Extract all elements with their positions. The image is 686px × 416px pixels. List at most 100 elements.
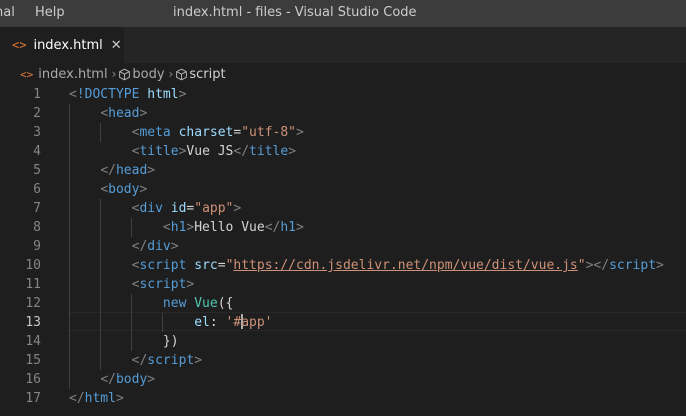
line-number: 10 <box>25 258 41 273</box>
code-token: src <box>194 258 218 273</box>
code-line[interactable]: 13 el: '#app' <box>0 313 686 332</box>
code-token: h1 <box>280 220 296 235</box>
tab-label: index.html <box>33 37 103 53</box>
code-token: > <box>170 239 179 254</box>
code-token: > <box>656 258 664 273</box>
code-token: body <box>115 372 148 387</box>
code-token: script <box>139 277 187 292</box>
code-token: > <box>233 201 242 216</box>
line-number: 12 <box>25 296 41 311</box>
code-token: ></ <box>585 258 610 273</box>
breadcrumb-item-script[interactable]: script <box>189 67 225 82</box>
code-token: </ <box>100 372 116 387</box>
code-token: '# <box>225 315 242 330</box>
code-token: " <box>577 258 586 273</box>
code-line[interactable]: 8 <h1>Hello Vue</h1> <box>0 218 686 237</box>
code-editor[interactable]: 1 <!DOCTYPE html> 2 <head> 3 <meta charset=… <box>0 85 686 416</box>
code-token: > <box>296 125 304 140</box>
code-token: < <box>69 87 77 102</box>
code-text: <script> <box>69 275 195 294</box>
code-token: </ <box>264 220 281 235</box>
code-line[interactable]: 15 </script> <box>0 351 686 370</box>
code-token: "app" <box>194 201 234 216</box>
breadcrumb-item-body[interactable]: body <box>132 67 164 82</box>
code-token[interactable]: https://cdn.jsdelivr.net/npm/vue/dist/vu… <box>233 258 577 273</box>
menu-bar: nal Help <box>0 5 81 20</box>
code-token: el <box>194 315 210 330</box>
code-token: Hello Vue <box>194 220 265 235</box>
title-bar: nal Help index.html - files - Visual Stu… <box>0 0 686 27</box>
code-token: < <box>100 106 109 121</box>
code-line[interactable]: 14 }) <box>0 332 686 351</box>
close-icon[interactable]: ✕ <box>111 38 122 53</box>
code-token: title <box>139 144 179 159</box>
code-line[interactable]: 10 <script src="https://cdn.jsdelivr.net… <box>0 256 686 275</box>
code-token: ({ <box>217 296 234 311</box>
code-token: < <box>100 182 109 197</box>
code-line[interactable]: 11 <script> <box>0 275 686 294</box>
code-text: new Vue({ <box>69 294 233 313</box>
code-line[interactable]: 16 </body> <box>0 370 686 389</box>
code-token: Vue JS <box>186 144 234 159</box>
code-token: }) <box>162 334 179 349</box>
code-text: el: '#app' <box>69 313 273 332</box>
code-token: > <box>288 144 297 159</box>
line-number: 6 <box>33 182 41 197</box>
code-token: </ <box>69 391 85 406</box>
line-number: 17 <box>25 391 41 406</box>
code-line[interactable]: 17 </html> <box>0 389 686 408</box>
code-text: <meta charset="utf-8"> <box>69 123 304 142</box>
code-line[interactable]: 7 <div id="app"> <box>0 199 686 218</box>
code-token: head <box>115 163 148 178</box>
line-number: 4 <box>33 144 41 159</box>
code-token: html <box>147 87 179 102</box>
code-line[interactable]: 3 <meta charset="utf-8"> <box>0 123 686 142</box>
code-token: head <box>108 106 140 121</box>
menu-item-terminal[interactable]: nal <box>0 5 15 20</box>
line-number: 7 <box>33 201 41 216</box>
code-token: > <box>139 106 148 121</box>
code-token: div <box>147 239 171 254</box>
code-token: > <box>178 87 187 102</box>
code-token: </ <box>131 239 148 254</box>
tab-index-html[interactable]: <> index.html ✕ <box>0 27 124 63</box>
code-token: div <box>139 201 163 216</box>
line-number: 16 <box>25 372 41 387</box>
code-token: script <box>139 258 187 273</box>
code-token: !DOCTYPE <box>76 87 140 102</box>
code-token: "utf-8" <box>241 125 297 140</box>
code-text: </head> <box>69 161 155 180</box>
line-number: 9 <box>33 239 41 254</box>
code-token: </ <box>131 353 148 368</box>
menu-item-help[interactable]: Help <box>35 5 65 20</box>
cube-icon <box>119 68 131 80</box>
code-token: > <box>147 163 156 178</box>
code-line[interactable]: 5 </head> <box>0 161 686 180</box>
code-text: <script src="https://cdn.jsdelivr.net/np… <box>69 256 664 275</box>
code-text: <head> <box>69 104 147 123</box>
tab-bar: <> index.html ✕ <box>0 27 686 63</box>
breadcrumb-item-file[interactable]: index.html <box>38 67 107 82</box>
html-file-icon: <> <box>12 38 27 52</box>
line-number: 13 <box>25 315 41 330</box>
code-token: > <box>147 372 156 387</box>
breadcrumb: <> index.html › body › script <box>0 63 686 85</box>
code-line[interactable]: 4 <title>Vue JS</title> <box>0 142 686 161</box>
line-number: 3 <box>33 125 41 140</box>
code-line[interactable]: 12 new Vue({ <box>0 294 686 313</box>
code-token: script <box>147 353 195 368</box>
code-text: <h1>Hello Vue</h1> <box>69 218 304 237</box>
code-line[interactable]: 1 <!DOCTYPE html> <box>0 85 686 104</box>
code-token: > <box>115 391 124 406</box>
code-line[interactable]: 2 <head> <box>0 104 686 123</box>
code-line[interactable]: 9 </div> <box>0 237 686 256</box>
code-line[interactable]: 6 <body> <box>0 180 686 199</box>
line-number: 2 <box>33 106 41 121</box>
line-number: 5 <box>33 163 41 178</box>
